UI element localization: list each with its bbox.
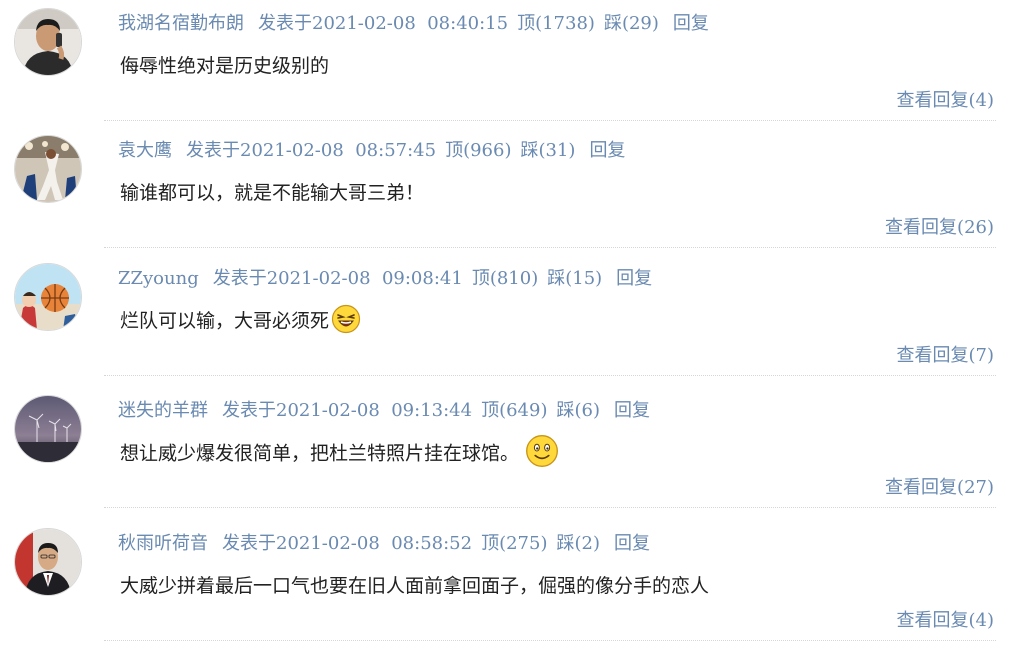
reply-link[interactable]: 回复 [614,400,650,421]
comment-meta: 我湖名宿勤布朗 发表于2021-02-08 08:40:15 顶(1738) 踩(29… [118,13,709,35]
view-replies-link[interactable]: 查看回复(26) [885,217,994,239]
comment-meta: 袁大鹰 发表于2021-02-08 08:57:45 顶(966) 踩(31) 回复 [118,140,625,162]
divider [104,120,996,121]
timestamp: 2021-02-08 08:57:45 [240,140,437,161]
view-replies-link[interactable]: 查看回复(27) [885,477,994,499]
comment-item: 秋雨听荷音 发表于2021-02-08 08:58:52 顶(275) 踩(2) 回复 … [0,520,1018,648]
posted-label: 发表于 [222,400,276,421]
downvote-count[interactable]: (31) [538,140,575,161]
comment-meta: 秋雨听荷音 发表于2021-02-08 08:58:52 顶(275) 踩(2) 回复 [118,533,650,555]
posted-label: 发表于 [222,533,276,554]
anime-basketball-avatar[interactable] [14,263,82,331]
comment-text-body: 想让威少爆发很简单，把杜兰特照片挂在球馆。 [120,442,520,465]
comment-item: 袁大鹰 发表于2021-02-08 08:57:45 顶(966) 踩(31) 回复 输… [0,127,1018,255]
timestamp: 2021-02-08 09:13:44 [276,400,473,421]
posted-label: 发表于 [258,13,312,34]
upvote-count[interactable]: (1738) [535,13,595,34]
comment-text: 烂队可以输，大哥必须死 [120,304,361,334]
comment-text: 大威少拼着最后一口气也要在旧人面前拿回面子，倔强的像分手的恋人 [120,575,710,597]
posted-label: 发表于 [186,140,240,161]
man-in-suit-avatar[interactable] [14,528,82,596]
timestamp: 2021-02-08 08:40:15 [312,13,509,34]
basketball-dunk-avatar[interactable] [14,135,82,203]
downvote-count[interactable]: (15) [565,268,602,289]
laughing-face-icon [331,304,361,334]
comment-text: 侮辱性绝对是历史级别的 [120,55,330,77]
author-link[interactable]: 秋雨听荷音 [118,533,208,554]
comment-text: 想让威少爆发很简单，把杜兰特照片挂在球馆。 [120,435,559,468]
posted-label: 发表于 [212,268,267,289]
upvote-count[interactable]: (810) [490,268,538,289]
smiling-face-icon [525,434,559,468]
upvote-label[interactable]: 顶 [472,268,490,289]
timestamp: 2021-02-08 08:58:52 [276,533,473,554]
reply-link[interactable]: 回复 [614,533,650,554]
comment-meta: ZZyoung 发表于2021-02-08 09:08:41 顶(810) 踩(15)… [118,268,652,290]
upvote-count[interactable]: (966) [463,140,511,161]
timestamp: 2021-02-08 09:08:41 [266,268,463,289]
reply-link[interactable]: 回复 [616,268,652,289]
upvote-label[interactable]: 顶 [445,140,463,161]
author-link[interactable]: 我湖名宿勤布朗 [118,13,244,34]
upvote-count[interactable]: (649) [499,400,547,421]
author-link[interactable]: ZZyoung [118,268,199,289]
author-link[interactable]: 迷失的羊群 [118,400,208,421]
downvote-label[interactable]: 踩 [520,140,538,161]
upvote-label[interactable]: 顶 [481,400,499,421]
comment-text: 输谁都可以，就是不能输大哥三弟！ [120,182,425,204]
reply-link[interactable]: 回复 [673,13,709,34]
view-replies-link[interactable]: 查看回复(7) [897,345,995,367]
divider [104,375,996,376]
reply-link[interactable]: 回复 [589,140,625,161]
downvote-count[interactable]: (29) [622,13,659,34]
comment-item: 我湖名宿勤布朗 发表于2021-02-08 08:40:15 顶(1738) 踩(29… [0,0,1018,128]
downvote-label[interactable]: 踩 [604,13,622,34]
divider [104,507,996,508]
upvote-count[interactable]: (275) [499,533,547,554]
wind-turbines-avatar[interactable] [14,395,82,463]
divider [104,640,996,641]
downvote-label[interactable]: 踩 [556,400,574,421]
man-on-phone-avatar[interactable] [14,8,82,76]
upvote-label[interactable]: 顶 [481,533,499,554]
divider [104,247,996,248]
downvote-label[interactable]: 踩 [547,268,565,289]
view-replies-link[interactable]: 查看回复(4) [897,90,995,112]
comment-item: 迷失的羊群 发表于2021-02-08 09:13:44 顶(649) 踩(6) 回复 … [0,387,1018,515]
view-replies-link[interactable]: 查看回复(4) [897,610,995,632]
comment-item: ZZyoung 发表于2021-02-08 09:08:41 顶(810) 踩(15)… [0,255,1018,383]
downvote-count[interactable]: (2) [574,533,600,554]
upvote-label[interactable]: 顶 [517,13,535,34]
downvote-label[interactable]: 踩 [556,533,574,554]
downvote-count[interactable]: (6) [574,400,600,421]
comment-meta: 迷失的羊群 发表于2021-02-08 09:13:44 顶(649) 踩(6) 回复 [118,400,650,422]
comment-text-body: 烂队可以输，大哥必须死 [120,310,330,332]
author-link[interactable]: 袁大鹰 [118,140,172,161]
